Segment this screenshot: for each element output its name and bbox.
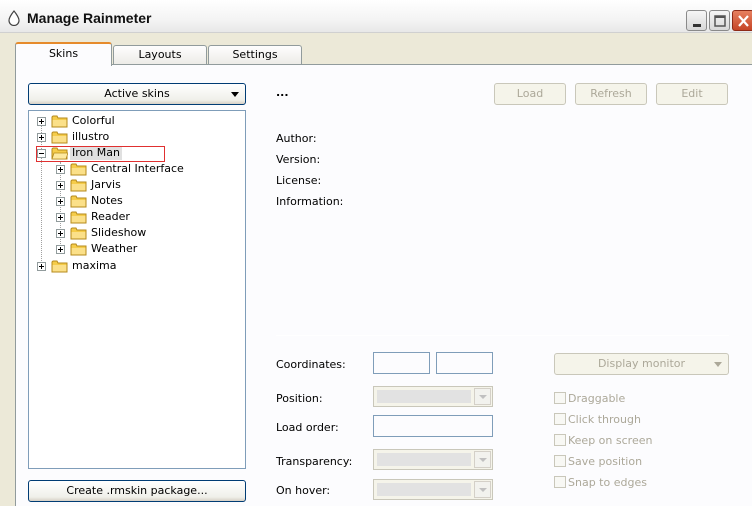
tab-layouts[interactable]: Layouts [113,45,207,65]
select-value-area [377,390,471,403]
information-label: Information: [276,195,344,208]
folder-icon [70,195,87,208]
close-icon [738,15,749,27]
folder-icon [51,260,68,273]
load-order-label: Load order: [276,421,339,434]
chevron-down-icon [714,362,722,367]
snap-to-edges-label: Snap to edges [568,476,647,489]
select-value-area [377,453,471,466]
folder-icon [70,179,87,192]
version-label: Version: [276,153,321,166]
position-select[interactable] [373,386,493,407]
expand-plus-icon[interactable] [56,245,65,254]
minimize-button[interactable] [686,10,707,31]
maximize-icon [714,15,726,27]
license-label: License: [276,174,322,187]
click-through-checkbox[interactable] [554,413,566,425]
coordinate-x-field[interactable] [373,352,430,374]
load-order-field[interactable] [373,415,493,437]
tab-settings[interactable]: Settings [208,45,302,65]
snap-to-edges-checkbox[interactable] [554,476,566,488]
expand-plus-icon[interactable] [56,181,65,190]
tree-item-maxima[interactable]: maxima [29,258,239,274]
tree-item-reader[interactable]: Reader [29,209,239,225]
active-skins-label: Active skins [104,87,170,100]
tree-item-label: Notes [91,194,123,207]
rainmeter-drop-icon [8,10,20,26]
tree-item-notes[interactable]: Notes [29,193,239,209]
chevron-down-icon [231,92,239,97]
manage-rainmeter-window: Manage Rainmeter Skins Layouts Settings … [0,0,752,506]
tree-item-label: Jarvis [91,178,121,191]
folder-icon [70,227,87,240]
tree-item-label: Reader [91,210,130,223]
on-hover-label: On hover: [276,484,331,497]
window-title: Manage Rainmeter [27,10,152,26]
save-position-checkbox[interactable] [554,455,566,467]
select-value-area [377,483,471,496]
skin-name: ... [276,86,289,99]
expand-plus-icon[interactable] [56,213,65,222]
tree-item-illustro[interactable]: illustro [29,129,239,145]
tree-item-weather[interactable]: Weather [29,241,239,257]
display-monitor-label: Display monitor [597,357,686,370]
maximize-button[interactable] [709,10,730,31]
chevron-down-icon[interactable] [474,451,491,468]
tree-item-label: illustro [72,130,110,143]
tree-item-label: Weather [91,242,138,255]
expand-plus-icon[interactable] [37,117,46,126]
folder-icon [51,115,68,128]
expand-plus-icon[interactable] [37,262,46,271]
create-rmskin-package-button[interactable]: Create .rmskin package... [28,480,246,502]
close-button[interactable] [732,10,752,31]
folder-icon [51,131,68,144]
coordinate-y-field[interactable] [436,352,493,374]
load-button[interactable]: Load [494,83,566,105]
position-label: Position: [276,392,323,405]
folder-icon [70,163,87,176]
expand-plus-icon[interactable] [56,165,65,174]
tab-skins[interactable]: Skins [15,42,112,66]
minimize-icon [693,24,701,27]
selection-highlight-box [36,146,165,162]
coordinates-label: Coordinates: [276,358,346,371]
on-hover-select[interactable] [373,479,493,500]
tree-item-label: Colorful [72,114,115,127]
chevron-down-icon[interactable] [474,481,491,498]
refresh-button[interactable]: Refresh [575,83,647,105]
transparency-label: Transparency: [276,455,353,468]
keep-on-screen-checkbox[interactable] [554,434,566,446]
click-through-label: Click through [568,413,641,426]
transparency-select[interactable] [373,449,493,470]
tree-item-central-interface[interactable]: Central Interface [29,161,239,177]
skins-tree[interactable]: Colorful illustro Iron Man Central Inter… [28,110,246,469]
expand-plus-icon[interactable] [56,197,65,206]
author-label: Author: [276,132,317,145]
active-skins-button[interactable]: Active skins [28,83,246,105]
section-separator [276,335,729,336]
title-bar[interactable]: Manage Rainmeter [0,0,752,33]
tree-item-label: Central Interface [91,162,184,175]
tree-item-label: Slideshow [91,226,147,239]
expand-plus-icon[interactable] [37,133,46,142]
folder-icon [70,211,87,224]
display-monitor-button[interactable]: Display monitor [554,353,729,375]
folder-icon [70,243,87,256]
draggable-checkbox[interactable] [554,392,566,404]
tree-item-slideshow[interactable]: Slideshow [29,225,239,241]
tree-item-label: maxima [72,259,117,272]
tree-item-jarvis[interactable]: Jarvis [29,177,239,193]
draggable-label: Draggable [568,392,626,405]
chevron-down-icon[interactable] [474,388,491,405]
tree-item-colorful[interactable]: Colorful [29,113,239,129]
keep-on-screen-label: Keep on screen [568,434,653,447]
edit-button[interactable]: Edit [656,83,728,105]
expand-plus-icon[interactable] [56,229,65,238]
save-position-label: Save position [568,455,643,468]
